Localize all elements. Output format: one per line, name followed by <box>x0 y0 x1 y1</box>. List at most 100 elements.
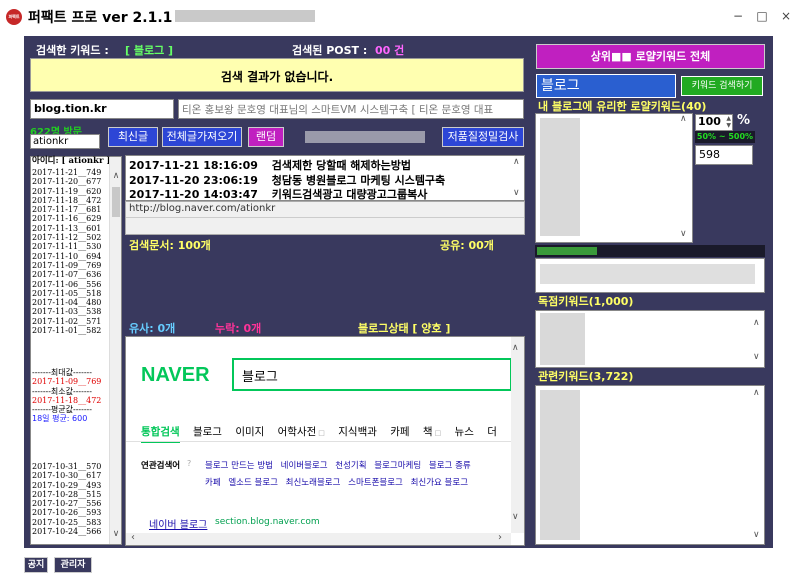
window-title: 퍼팩트 프로 ver 2.1.1 <box>28 10 173 26</box>
visit-list-scrollbar[interactable]: ∧ ∨ <box>109 157 121 544</box>
list-item: 2017-10-26__593 <box>32 508 102 518</box>
list-item: 2017-11-06__556 <box>32 279 102 289</box>
keyword-search-button[interactable]: 키워드 검색하기 <box>681 76 763 96</box>
maximize-icon[interactable]: □ <box>752 6 772 26</box>
percent-range: 50% ~ 500% <box>695 131 755 143</box>
list-item: 2017-11-16__629 <box>32 214 102 224</box>
royal-scroll-down-icon[interactable]: ∨ <box>680 229 687 239</box>
royal-scroll-up-icon[interactable]: ∧ <box>680 114 687 124</box>
naver-logo[interactable]: NAVER <box>141 364 210 387</box>
post-scroll-down-icon[interactable]: ∨ <box>513 188 520 198</box>
visit-list: 2017-11-21__749 2017-11-20__677 2017-11-… <box>32 168 101 335</box>
naver-search-input[interactable]: 블로그 <box>242 366 278 385</box>
notice-button[interactable]: 공지 <box>24 557 48 573</box>
related-label: 연관검색어 <box>141 461 181 471</box>
list-item: 2017-10-24__566 <box>32 527 102 537</box>
count-input[interactable]: 598 <box>695 145 753 165</box>
latest-posts-button[interactable]: 최신글 <box>108 127 158 147</box>
blurred-info <box>305 131 425 143</box>
title-bar: 퍼팩트 퍼팩트 프로 ver 2.1.1 − □ × <box>0 0 800 32</box>
max-label: -------최대값------- <box>32 368 92 377</box>
scroll-left-icon[interactable]: ‹ <box>131 532 135 543</box>
related-scroll-up-icon[interactable]: ∧ <box>753 388 760 398</box>
max-value: 2017-11-09__769 <box>32 377 102 387</box>
tab-dictionary[interactable]: 어학사전 <box>278 426 317 438</box>
naver-vscrollbar[interactable]: ∧ ∨ <box>511 337 524 533</box>
related-link[interactable]: 카페 <box>205 478 221 488</box>
related-link[interactable]: 최신노래블로그 <box>286 478 341 488</box>
post-value: 00 건 <box>375 44 405 57</box>
list-item: 2017-11-19__620 <box>32 186 102 196</box>
scroll-down-icon[interactable]: ∨ <box>512 512 519 522</box>
share-count: 공유: 00개 <box>440 239 494 252</box>
list-item: 2017-11-04__480 <box>32 298 102 308</box>
post-scroll-up-icon[interactable]: ∧ <box>513 157 520 167</box>
progress-fill <box>537 247 597 255</box>
tab-cafe[interactable]: 카페 <box>390 426 409 438</box>
post-title: 검색제한 당할때 해제하는방법 <box>271 159 411 172</box>
list-item: 2017-10-29__493 <box>32 480 102 490</box>
blurred-summary <box>540 264 755 284</box>
doc-count: 검색문서: 100개 <box>129 239 211 252</box>
keyword-value: [ 블로그 ] <box>125 44 174 57</box>
tab-more[interactable]: 더 <box>487 426 497 438</box>
related-link[interactable]: 최신가요 블로그 <box>411 478 468 488</box>
list-item: 2017-11-07__636 <box>32 270 102 280</box>
scroll-down-icon[interactable]: ∨ <box>110 529 122 539</box>
list-item: 2017-11-11__530 <box>32 242 102 252</box>
avg-value: 18일 평균: 600 <box>32 414 88 424</box>
related-link[interactable]: 엘소드 블로그 <box>228 478 278 488</box>
list-item: 2017-11-10__694 <box>32 251 102 261</box>
keyword-search-input[interactable]: 블로그 <box>536 74 676 98</box>
tab-book[interactable]: 책 <box>423 426 433 438</box>
post-row[interactable]: 2017-11-20 14:03:47 키워드검색광고 대량광고그룹복사 <box>129 186 427 202</box>
tab-encyclopedia[interactable]: 지식백과 <box>338 426 377 438</box>
random-button[interactable]: 랜덤 <box>248 127 284 147</box>
naver-tab-divider <box>126 441 524 442</box>
percent-input[interactable]: 100 ▲ ▼ <box>695 114 733 131</box>
tab-image[interactable]: 이미지 <box>235 426 264 438</box>
close-icon[interactable]: × <box>776 6 796 26</box>
url-divider <box>126 217 524 218</box>
visit-stats: -------최대값------- 2017-11-09__769 ------… <box>32 368 101 424</box>
related-scroll-down-icon[interactable]: ∨ <box>753 530 760 540</box>
admin-button[interactable]: 관리자 <box>54 557 92 573</box>
percent-spinner-icon[interactable]: ▲ ▼ <box>726 115 731 129</box>
missing-count: 누락: 0개 <box>215 322 262 335</box>
result-title[interactable]: 네이버 블로그 <box>149 516 207 531</box>
list-item: 2017-11-18__472 <box>32 195 102 205</box>
scrollbar-thumb[interactable] <box>112 187 120 217</box>
scroll-right-icon[interactable]: › <box>498 532 502 543</box>
scroll-up-icon[interactable]: ∧ <box>110 171 122 181</box>
help-icon[interactable]: ? <box>187 459 191 468</box>
related-link[interactable]: 네이버블로그 <box>281 461 328 471</box>
related-link[interactable]: 천성기획 <box>335 461 366 471</box>
post-label: 검색된 POST : <box>292 44 368 57</box>
fetch-all-posts-button[interactable]: 전체글가져오기 <box>162 127 242 147</box>
naver-hscrollbar[interactable]: ‹ › <box>126 532 511 545</box>
top-royal-keywords-button[interactable]: 상위■■ 로얄키워드 전체 <box>536 44 765 69</box>
list-item: 2017-11-21__749 <box>32 168 102 177</box>
keyword-label: 검색한 키워드 : <box>36 44 109 57</box>
tab-news[interactable]: 뉴스 <box>455 426 474 438</box>
minimize-icon[interactable]: − <box>728 6 748 26</box>
post-row[interactable]: 2017-11-21 18:16:09 검색제한 당할때 해제하는방법 <box>129 157 411 173</box>
blog-url[interactable]: http://blog.naver.com/ationkr <box>129 203 275 214</box>
related-row-2: 카페 엘소드 블로그 최신노래블로그 스마트폰블로그 최신가요 블로그 <box>205 476 468 488</box>
exclusive-scroll-down-icon[interactable]: ∨ <box>753 352 760 362</box>
list-item: 2017-11-01__582 <box>32 326 102 336</box>
quality-check-button[interactable]: 저품질정밀검사 <box>442 127 524 147</box>
related-link[interactable]: 블로그마케팅 <box>374 461 421 471</box>
blog-id-input[interactable]: ationkr <box>30 134 100 149</box>
list-item: 2017-10-30__617 <box>32 471 102 481</box>
related-link[interactable]: 스마트폰블로그 <box>348 478 403 488</box>
scroll-up-icon[interactable]: ∧ <box>512 343 519 353</box>
related-link[interactable]: 블로그 만드는 방법 <box>205 461 273 471</box>
tab-blog[interactable]: 블로그 <box>193 426 222 438</box>
blog-url-input[interactable]: blog.tion.kr <box>30 99 174 119</box>
list-item: 2017-11-03__538 <box>32 307 102 317</box>
exclusive-scroll-up-icon[interactable]: ∧ <box>753 318 760 328</box>
list-item: 2017-10-25__583 <box>32 517 102 527</box>
new-window-icon: □ <box>434 429 442 437</box>
related-link[interactable]: 블로그 종류 <box>429 461 471 471</box>
